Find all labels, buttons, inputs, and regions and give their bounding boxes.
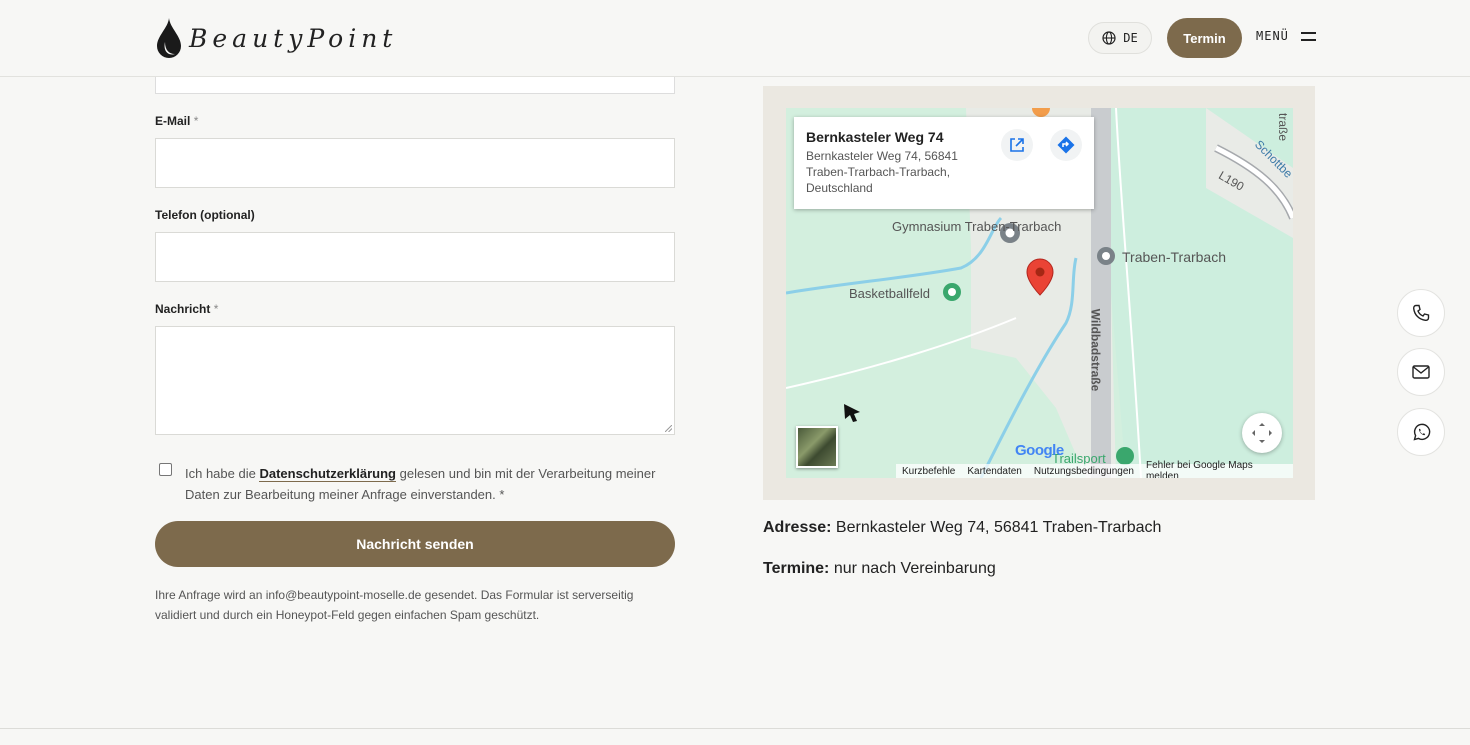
message-textarea[interactable] — [155, 326, 675, 435]
map-label-town: Traben-Trarbach — [1122, 249, 1227, 265]
map-label-gymnasium: Gymnasium Traben-Trarbach — [892, 219, 1062, 234]
privacy-link[interactable]: Datenschutzerklärung — [259, 466, 396, 482]
mail-button[interactable] — [1397, 348, 1445, 396]
consent-text: Ich habe die Datenschutzerklärung gelese… — [185, 466, 656, 502]
satellite-toggle[interactable] — [796, 426, 838, 468]
map-footer-terms[interactable]: Nutzungsbedingungen — [1034, 466, 1134, 477]
termine-line: Termine: nur nach Vereinbarung — [763, 560, 996, 577]
phone-label: Telefon (optional) — [155, 208, 255, 222]
google-logo: Google — [1015, 442, 1064, 459]
site-header: BeautyPoint DE Termin MENÜ — [0, 0, 1470, 77]
footer-divider — [0, 728, 1470, 729]
logo[interactable]: BeautyPoint — [155, 16, 397, 60]
directions-icon[interactable] — [1050, 129, 1082, 161]
map-footer: Kurzbefehle Kartendaten Nutzungsbedingun… — [896, 460, 1293, 478]
drop-icon — [157, 18, 181, 58]
termin-button[interactable]: Termin — [1167, 18, 1242, 58]
globe-icon — [1102, 31, 1116, 45]
menu-button[interactable]: MENÜ — [1256, 29, 1316, 43]
email-label: E-Mail * — [155, 114, 199, 128]
map-footer-data[interactable]: Kartendaten — [967, 466, 1022, 477]
language-label: DE — [1123, 31, 1138, 45]
fullscreen-icon[interactable] — [1242, 413, 1282, 453]
map-label-street: Wildbadstraße — [1088, 308, 1103, 392]
email-field[interactable] — [155, 138, 675, 188]
google-map[interactable]: Gymnasium Traben-Trarbach Basketballfeld… — [786, 108, 1293, 478]
consent-checkbox[interactable] — [159, 463, 172, 476]
external-link-icon[interactable] — [1001, 129, 1033, 161]
resize-handle-icon[interactable] — [665, 425, 672, 432]
place-info-card: Bernkasteler Weg 74 Bernkasteler Weg 74,… — [794, 117, 1094, 209]
form-note: Ihre Anfrage wird an info@beautypoint-mo… — [155, 588, 634, 622]
place-address: Bernkasteler Weg 74, 56841 Traben-Trarba… — [806, 149, 958, 195]
phone-field[interactable] — [155, 232, 675, 282]
message-label: Nachricht * — [155, 302, 219, 316]
whatsapp-button[interactable] — [1397, 408, 1445, 456]
mail-icon — [1412, 365, 1430, 379]
place-title: Bernkasteler Weg 74 — [806, 129, 944, 145]
map-footer-shortcuts[interactable]: Kurzbefehle — [902, 466, 955, 477]
address-line: Adresse: Bernkasteler Weg 74, 56841 Trab… — [763, 519, 1162, 536]
map-label-strasse: traße — [1276, 112, 1291, 142]
logo-text: BeautyPoint — [189, 23, 398, 53]
menu-icon — [1300, 31, 1316, 41]
whatsapp-icon — [1412, 423, 1430, 441]
map-label-basketball: Basketballfeld — [849, 286, 930, 301]
submit-button[interactable]: Nachricht senden — [155, 521, 675, 567]
location-pin-icon — [1026, 258, 1054, 296]
language-switcher[interactable]: DE — [1088, 22, 1152, 54]
map-footer-report[interactable]: Fehler bei Google Maps melden — [1146, 460, 1287, 478]
phone-button[interactable] — [1397, 289, 1445, 337]
phone-icon — [1412, 304, 1430, 322]
menu-label: MENÜ — [1256, 29, 1289, 43]
